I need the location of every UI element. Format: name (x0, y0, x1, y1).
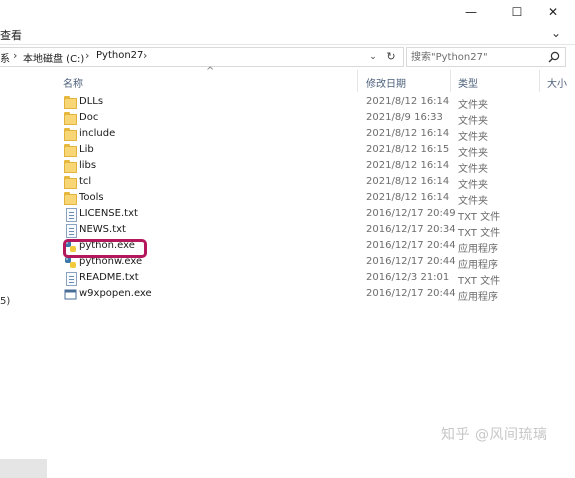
file-row[interactable]: Tools 2021/8/12 16:14 文件夹 (60, 191, 560, 207)
file-name: libs (79, 160, 97, 171)
file-type: 文件夹 (458, 180, 488, 191)
column-type[interactable]: 类型 (458, 75, 478, 90)
file-type: 文件夹 (458, 196, 488, 207)
address-history-dropdown-icon[interactable]: ⌄ (366, 48, 380, 66)
file-date: 2021/8/12 16:14 (366, 128, 450, 139)
column-divider[interactable] (539, 70, 540, 92)
text-file-icon (66, 224, 77, 238)
breadcrumb-separator-icon[interactable]: › (143, 49, 147, 62)
file-date: 2021/8/12 16:14 (366, 176, 450, 187)
text-file-icon (66, 272, 77, 286)
file-name: w9xpopen.exe (79, 288, 152, 299)
file-type: 应用程序 (458, 244, 498, 255)
file-type: TXT 文件 (458, 276, 501, 287)
file-row[interactable]: DLLs 2021/8/12 16:14 文件夹 (60, 95, 560, 111)
file-date: 2016/12/17 20:44 (366, 288, 456, 299)
address-bar[interactable]: 系 › 本地磁盘 (C:) › Python27 › ⌄ ↻ (0, 47, 404, 67)
title-bar: — ☐ ✕ (0, 0, 575, 24)
file-row[interactable]: include 2021/8/12 16:14 文件夹 (60, 127, 560, 143)
column-divider[interactable] (357, 70, 358, 92)
file-date: 2021/8/12 16:15 (366, 144, 450, 155)
column-date-modified[interactable]: 修改日期 (366, 75, 406, 90)
maximize-button[interactable]: ☐ (500, 0, 534, 24)
file-type: 文件夹 (458, 132, 488, 143)
text-file-icon (66, 208, 77, 222)
file-name: README.txt (79, 272, 139, 283)
file-name: LICENSE.txt (79, 208, 138, 219)
file-row[interactable]: Lib 2021/8/12 16:15 文件夹 (60, 143, 560, 159)
column-size[interactable]: 大小 (547, 75, 567, 90)
breadcrumb-separator-icon[interactable]: › (13, 49, 17, 62)
file-type: TXT 文件 (458, 212, 501, 223)
breadcrumb-local-disk[interactable]: 本地磁盘 (C:) (23, 50, 84, 65)
file-row[interactable]: Doc 2021/8/9 16:33 文件夹 (60, 111, 560, 127)
file-type: 文件夹 (458, 164, 488, 175)
file-row[interactable]: LICENSE.txt 2016/12/17 20:49 TXT 文件 (60, 207, 560, 223)
file-row[interactable]: w9xpopen.exe 2016/12/17 20:44 应用程序 (60, 287, 560, 303)
exe-window-icon (64, 289, 77, 300)
refresh-icon[interactable]: ↻ (382, 48, 400, 66)
folder-icon (64, 176, 78, 190)
file-date: 2016/12/17 20:44 (366, 256, 456, 267)
nav-item-partial[interactable]: 5) (0, 296, 10, 307)
folder-icon (64, 96, 78, 110)
file-row[interactable]: tcl 2021/8/12 16:14 文件夹 (60, 175, 560, 191)
column-name[interactable]: 名称 (63, 75, 83, 90)
file-type: TXT 文件 (458, 228, 501, 239)
file-date: 2016/12/17 20:44 (366, 240, 456, 251)
file-name: NEWS.txt (79, 224, 126, 235)
file-row[interactable]: NEWS.txt 2016/12/17 20:34 TXT 文件 (60, 223, 560, 239)
file-row[interactable]: libs 2021/8/12 16:14 文件夹 (60, 159, 560, 175)
folder-icon (64, 128, 78, 142)
column-divider[interactable] (450, 70, 451, 92)
file-type: 文件夹 (458, 148, 488, 159)
file-name: include (79, 128, 116, 139)
file-name: DLLs (79, 96, 104, 107)
highlight-box (63, 239, 147, 258)
file-type: 文件夹 (458, 100, 488, 111)
folder-icon (64, 144, 78, 158)
minimize-button[interactable]: — (454, 0, 488, 24)
menu-tab-view[interactable]: 查看 (0, 27, 22, 43)
file-date: 2016/12/17 20:34 (366, 224, 456, 235)
breadcrumb-separator-icon[interactable]: › (85, 49, 89, 62)
file-date: 2021/8/9 16:33 (366, 112, 443, 123)
breadcrumb-python27[interactable]: Python27 (96, 50, 143, 61)
nav-item-selected[interactable] (0, 459, 47, 478)
file-date: 2016/12/17 20:49 (366, 208, 456, 219)
ribbon-tabs: 查看 ⌄ (0, 24, 575, 44)
file-date: 2016/12/3 21:01 (366, 272, 450, 283)
file-type: 应用程序 (458, 260, 498, 271)
close-button[interactable]: ✕ (536, 0, 570, 24)
column-header: ^ 名称 修改日期 类型 大小 (55, 66, 575, 92)
watermark: 知乎 @风间琉璃 (441, 427, 548, 443)
file-date: 2021/8/12 16:14 (366, 192, 450, 203)
breadcrumb-partial[interactable]: 系 (0, 50, 10, 65)
search-box[interactable] (406, 47, 566, 67)
folder-icon (64, 192, 78, 206)
ribbon-expand-icon[interactable]: ⌄ (551, 26, 561, 40)
folder-icon (64, 112, 78, 126)
file-type: 文件夹 (458, 116, 488, 127)
search-input[interactable] (411, 48, 541, 66)
file-name: Tools (79, 192, 104, 203)
sort-ascending-icon: ^ (206, 66, 215, 77)
file-name: tcl (79, 176, 92, 187)
file-name: Lib (79, 144, 94, 155)
file-name: Doc (79, 112, 99, 123)
file-date: 2021/8/12 16:14 (366, 160, 450, 171)
file-type: 应用程序 (458, 292, 498, 303)
folder-icon (64, 160, 78, 174)
file-date: 2021/8/12 16:14 (366, 96, 450, 107)
file-row[interactable]: README.txt 2016/12/3 21:01 TXT 文件 (60, 271, 560, 287)
ribbon-divider (0, 44, 575, 45)
search-icon[interactable] (547, 50, 561, 64)
navigation-pane: 5) (0, 70, 50, 478)
